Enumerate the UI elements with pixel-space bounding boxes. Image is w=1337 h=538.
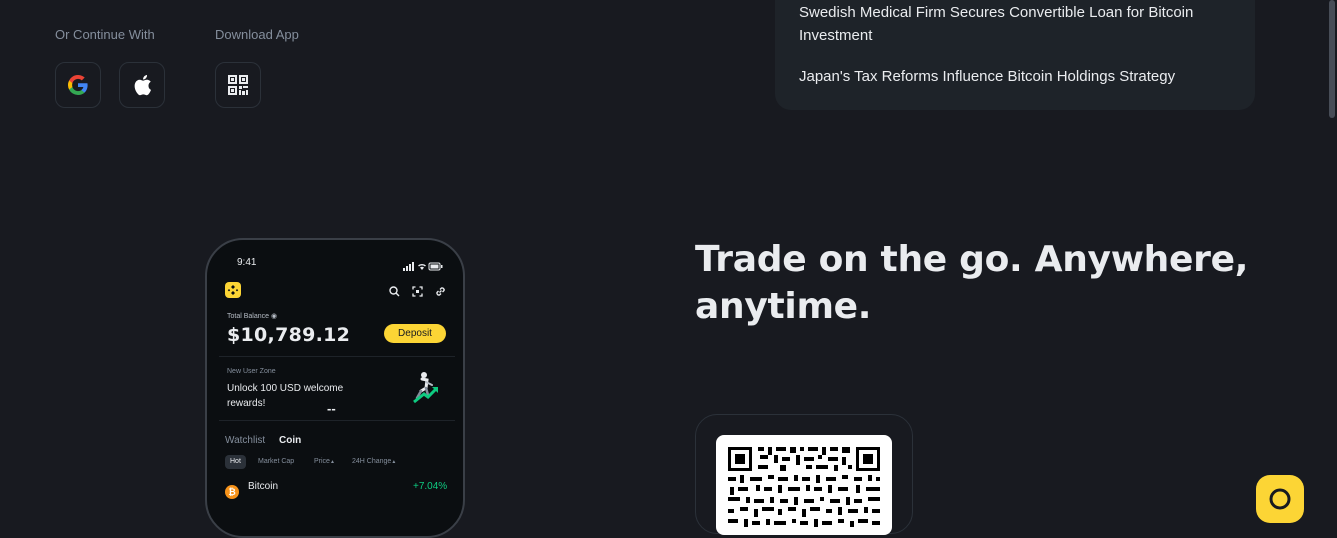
- welcome-rewards-text[interactable]: Unlock 100 USD welcome rewards!: [227, 381, 367, 411]
- qr-code-image: [716, 435, 892, 535]
- link-icon[interactable]: [435, 284, 446, 302]
- google-icon: [68, 74, 88, 96]
- balance-value: $10,789.12: [227, 324, 351, 346]
- divider: [219, 420, 455, 421]
- tab-watchlist[interactable]: Watchlist: [225, 435, 265, 446]
- download-qr-button[interactable]: [215, 62, 261, 108]
- status-time: 9:41: [237, 257, 257, 268]
- divider: [219, 356, 455, 357]
- new-user-zone-label: New User Zone: [227, 368, 276, 375]
- deposit-button[interactable]: Deposit: [384, 324, 446, 343]
- binance-logo-icon: [225, 282, 241, 298]
- filter-price-label: Price: [314, 458, 330, 465]
- filter-hot[interactable]: Hot: [225, 455, 246, 469]
- page-scrollbar[interactable]: [1327, 0, 1337, 497]
- app-download-qr-card: [695, 414, 913, 535]
- total-balance-label: Total Balance: [227, 313, 270, 320]
- rewards-placeholder: --: [327, 401, 336, 416]
- eye-icon[interactable]: ◉: [271, 313, 277, 320]
- sort-icon: ▲: [329, 459, 335, 465]
- search-icon[interactable]: [389, 284, 400, 302]
- coin-name[interactable]: Bitcoin: [248, 481, 278, 492]
- news-item[interactable]: Japan's Tax Reforms Influence Bitcoin Ho…: [799, 65, 1239, 88]
- chat-icon: [1269, 488, 1291, 510]
- promo-headline: Trade on the go. Anywhere, anytime.: [695, 239, 1249, 327]
- qr-code-icon: [228, 75, 248, 95]
- filter-price[interactable]: Price▲: [314, 455, 335, 469]
- coin-change: +7.04%: [413, 481, 448, 492]
- google-login-button[interactable]: [55, 62, 101, 108]
- apple-icon: [134, 75, 151, 96]
- download-app-label: Download App: [215, 27, 299, 42]
- filter-24h-change[interactable]: 24H Change▲: [352, 455, 396, 469]
- status-icons: [403, 258, 443, 276]
- support-chat-button[interactable]: [1256, 475, 1304, 523]
- filter-market-cap[interactable]: Market Cap: [258, 455, 294, 469]
- continue-with-label: Or Continue With: [55, 27, 155, 42]
- sort-icon: ▲: [391, 459, 397, 465]
- phone-mockup: 9:41 Total Balance ◉ $10,789.12 Deposit …: [205, 238, 465, 538]
- scan-icon[interactable]: [412, 284, 423, 302]
- scrollbar-thumb[interactable]: [1329, 0, 1335, 118]
- filter-24h-change-label: 24H Change: [352, 458, 392, 465]
- news-panel: Swedish Medical Firm Secures Convertible…: [775, 0, 1255, 110]
- apple-login-button[interactable]: [119, 62, 165, 108]
- news-item[interactable]: Swedish Medical Firm Secures Convertible…: [799, 1, 1239, 47]
- tab-coin[interactable]: Coin: [279, 435, 301, 446]
- runner-illustration-icon: [410, 370, 440, 411]
